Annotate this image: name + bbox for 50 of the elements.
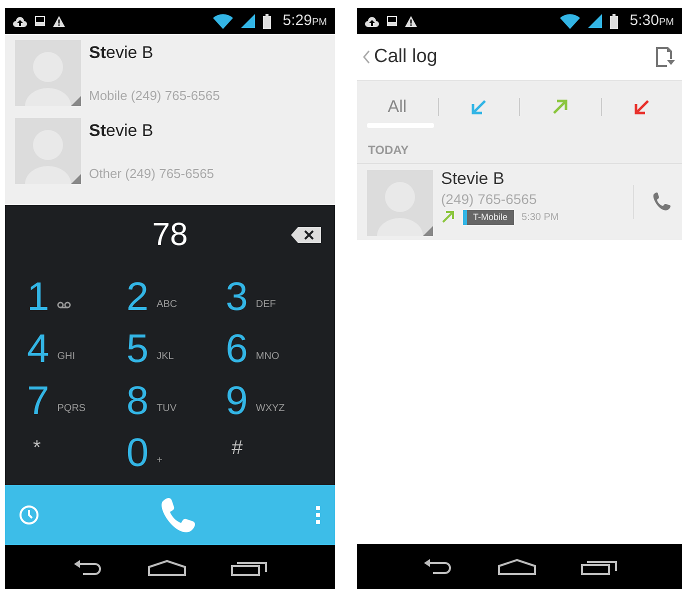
dial-key[interactable]: 4 GHI xyxy=(27,323,126,375)
call-time: 5:30 PM xyxy=(522,210,559,225)
contact-name: Stevie B xyxy=(89,42,154,64)
avatar-placeholder xyxy=(15,118,81,184)
caller-name: Stevie B xyxy=(441,170,506,189)
recent-apps-icon[interactable] xyxy=(231,560,267,576)
battery-icon xyxy=(262,14,271,28)
home-icon[interactable] xyxy=(498,558,536,574)
wifi-icon xyxy=(560,14,580,28)
contact-number: Other (249) 765-6565 xyxy=(89,164,214,183)
backspace-icon[interactable] xyxy=(291,227,321,243)
dial-key[interactable]: 1 xyxy=(27,271,126,323)
dial-key[interactable]: 0 + xyxy=(126,427,226,479)
battery-icon xyxy=(610,14,618,28)
clock-time: 5:29PM xyxy=(282,10,327,31)
avatar-placeholder xyxy=(367,170,433,236)
dial-key[interactable]: 9 WXYZ xyxy=(226,375,325,427)
contact-name: Stevie B xyxy=(89,120,154,142)
dial-key[interactable]: 6 MNO xyxy=(226,323,325,375)
dial-key[interactable]: * xyxy=(27,427,126,479)
image-icon xyxy=(387,16,397,26)
carrier-label: T-Mobile xyxy=(463,210,514,226)
cloud-upload-icon xyxy=(13,16,27,26)
cloud-upload-icon xyxy=(365,16,379,26)
warning-icon xyxy=(53,16,65,26)
dial-key[interactable]: 7 PQRS xyxy=(27,375,126,427)
home-icon[interactable] xyxy=(148,560,186,576)
document-icon[interactable] xyxy=(654,46,676,68)
section-header: TODAY xyxy=(357,133,682,164)
recent-apps-icon[interactable] xyxy=(580,558,616,574)
clock-time: 5:30PM xyxy=(630,10,674,31)
wifi-icon xyxy=(212,14,233,28)
back-icon[interactable] xyxy=(422,558,452,574)
signal-icon xyxy=(588,14,602,28)
dial-key[interactable]: 8 TUV xyxy=(126,375,226,427)
dialed-digits: 78 xyxy=(152,215,188,254)
dial-key[interactable]: 5 JKL xyxy=(126,323,226,375)
screen-title: Call log xyxy=(374,44,438,69)
back-chevron-icon[interactable] xyxy=(363,50,370,64)
avatar-placeholder xyxy=(15,40,81,106)
back-icon[interactable] xyxy=(73,560,103,576)
caller-number: (249) 765-6565 xyxy=(441,190,538,209)
warning-icon xyxy=(405,16,417,26)
signal-icon xyxy=(240,14,255,28)
image-icon xyxy=(35,16,45,26)
dial-key[interactable]: 3 DEF xyxy=(226,271,325,323)
dial-key[interactable]: 2 ABC xyxy=(126,271,226,323)
voicemail-icon xyxy=(57,301,72,309)
dial-key[interactable]: # xyxy=(226,427,325,479)
contact-number: Mobile (249) 765-6565 xyxy=(89,86,220,105)
